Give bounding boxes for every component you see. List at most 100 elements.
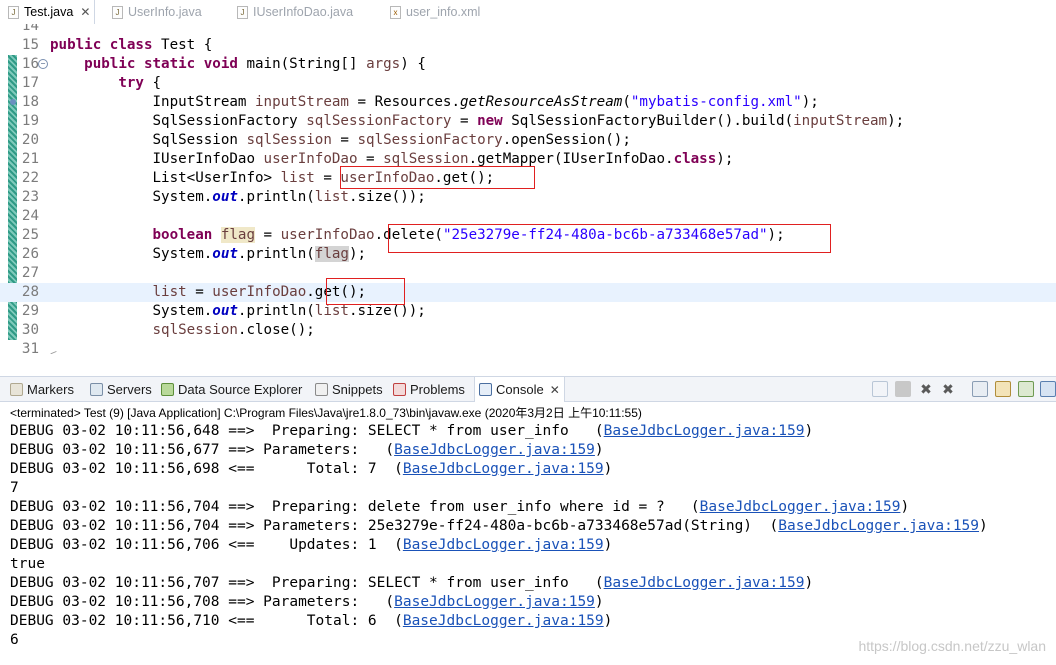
console-paren: ) <box>603 537 613 553</box>
code-line[interactable]: 18 InputStream inputStream = Resources.g… <box>0 93 1056 112</box>
code-token: InputStream <box>50 94 255 110</box>
clear-console-icon[interactable] <box>972 381 988 397</box>
console-output[interactable]: DEBUG 03-02 10:11:56,648 ==> Preparing: … <box>0 422 1056 665</box>
scroll-left-icon[interactable]: < <box>50 347 57 354</box>
source-link[interactable]: BaseJdbcLogger.java:159 <box>604 423 805 439</box>
line-number: 14 <box>21 24 39 34</box>
line-number: 23 <box>21 189 39 205</box>
source-link[interactable]: BaseJdbcLogger.java:159 <box>394 442 595 458</box>
tab-problems[interactable]: Problems <box>393 377 465 402</box>
code-token: boolean <box>152 227 213 243</box>
code-line[interactable]: 15 public class Test { <box>0 36 1056 55</box>
console-line: 7 <box>10 479 19 498</box>
code-token: "mybatis-config.xml" <box>630 94 802 110</box>
horizontal-scrollbar[interactable]: < <box>46 347 1056 354</box>
tab-data-source-explorer[interactable]: Data Source Explorer <box>161 377 302 402</box>
terminate-icon[interactable] <box>895 381 911 397</box>
tab-label: Test.java <box>24 5 74 19</box>
code-text: System.out.println(list.size()); <box>50 188 426 207</box>
code-token: public <box>84 56 136 72</box>
tab-label: user_info.xml <box>406 5 481 19</box>
close-icon[interactable]: ✕ <box>80 5 90 19</box>
code-line[interactable]: 30 sqlSession.close(); <box>0 321 1056 340</box>
code-line[interactable]: 23 System.out.println(list.size()); <box>0 188 1056 207</box>
source-link[interactable]: BaseJdbcLogger.java:159 <box>403 613 604 629</box>
code-token: userInfoDao <box>212 284 307 300</box>
console-line: DEBUG 03-02 10:11:56,698 <== Total: 7 (B… <box>10 460 612 479</box>
code-token: IUserInfoDao <box>50 151 264 167</box>
console-status-line: <terminated> Test (9) [Java Application]… <box>10 406 642 420</box>
source-link[interactable]: BaseJdbcLogger.java:159 <box>778 518 979 534</box>
code-line[interactable]: 29 System.out.println(list.size()); <box>0 302 1056 321</box>
console-text: 6 <box>10 632 19 648</box>
code-token: new <box>477 113 503 129</box>
source-link[interactable]: BaseJdbcLogger.java:159 <box>403 461 604 477</box>
code-token: class <box>109 37 153 53</box>
console-paren: ( <box>769 518 779 534</box>
tab-snippets[interactable]: Snippets <box>315 377 383 402</box>
code-token: list <box>314 303 349 319</box>
code-token: sqlSessionFactory <box>357 132 503 148</box>
tab-markers[interactable]: Markers <box>10 377 74 402</box>
console-paren: ) <box>804 575 814 591</box>
code-line[interactable]: 19 SqlSessionFactory sqlSessionFactory =… <box>0 112 1056 131</box>
console-paren: ( <box>394 537 403 553</box>
console-paren: ) <box>594 442 604 458</box>
scroll-lock-icon[interactable] <box>995 381 1011 397</box>
tab-user-info-xml[interactable]: x user_info.xml <box>390 0 480 24</box>
code-token: .size()); <box>348 189 426 205</box>
tab-userinfo-java[interactable]: J UserInfo.java <box>112 0 202 24</box>
breakpoint-marker-icon[interactable] <box>10 99 16 105</box>
code-editor[interactable]: 14 15 public class Test {16 public static … <box>0 24 1056 354</box>
code-token: inputStream <box>255 94 349 110</box>
code-token: List<UserInfo> <box>50 170 281 186</box>
tab-console[interactable]: Console ✕ <box>474 377 565 402</box>
code-token: flag <box>314 246 349 262</box>
console-paren: ) <box>594 594 604 610</box>
code-line[interactable]: 14 <box>0 24 1056 36</box>
code-token: = <box>357 151 384 167</box>
source-link[interactable]: BaseJdbcLogger.java:159 <box>604 575 805 591</box>
code-token: = <box>451 113 478 129</box>
tab-label: Data Source Explorer <box>178 382 303 397</box>
tab-servers[interactable]: Servers <box>90 377 152 402</box>
console-text: DEBUG 03-02 10:11:56,698 <== Total: 7 <box>10 461 395 477</box>
fold-collapse-icon[interactable]: − <box>38 59 48 69</box>
console-line: DEBUG 03-02 10:11:56,704 ==> Preparing: … <box>10 498 909 517</box>
code-line[interactable]: 20 SqlSession sqlSession = sqlSessionFac… <box>0 131 1056 150</box>
console-icon <box>479 383 492 396</box>
source-link[interactable]: BaseJdbcLogger.java:159 <box>700 499 901 515</box>
source-link[interactable]: BaseJdbcLogger.java:159 <box>394 594 595 610</box>
console-paren: ) <box>603 461 613 477</box>
source-link[interactable]: BaseJdbcLogger.java:159 <box>403 537 604 553</box>
code-line[interactable]: 27 <box>0 264 1056 283</box>
code-token: list <box>280 170 315 186</box>
remove-all-terminated-icon[interactable]: ✖ <box>940 381 956 397</box>
code-token: System. <box>50 189 213 205</box>
console-text: DEBUG 03-02 10:11:56,704 ==> Parameters:… <box>10 518 770 534</box>
code-line[interactable]: 28 list = userInfoDao.get(); <box>0 283 1056 302</box>
remove-launch-icon[interactable]: ✖ <box>918 381 934 397</box>
console-paren: ) <box>900 499 910 515</box>
code-token: out <box>212 189 238 205</box>
tab-iuserinfodao-java[interactable]: J IUserInfoDao.java <box>237 0 353 24</box>
code-token: System. <box>50 246 213 262</box>
pin-console-icon[interactable] <box>872 381 888 397</box>
tab-test-java[interactable]: J Test.java ✕ <box>8 0 96 24</box>
display-selected-console-icon[interactable] <box>1040 381 1056 397</box>
code-token: out <box>212 303 238 319</box>
servers-icon <box>90 383 103 396</box>
console-line: DEBUG 03-02 10:11:56,648 ==> Preparing: … <box>10 422 813 441</box>
word-wrap-icon[interactable] <box>1018 381 1034 397</box>
watermark: https://blog.csdn.net/zzu_wlan <box>858 638 1046 654</box>
code-token: userInfoDao <box>263 151 358 167</box>
code-token: SqlSession <box>50 132 247 148</box>
code-line[interactable]: 17 try { <box>0 74 1056 93</box>
code-line[interactable]: 16 public static void main(String[] args… <box>0 55 1056 74</box>
close-icon[interactable]: ✕ <box>550 383 560 397</box>
console-text: DEBUG 03-02 10:11:56,706 <== Updates: 1 <box>10 537 395 553</box>
code-token: SqlSessionFactoryBuilder().build( <box>502 113 794 129</box>
